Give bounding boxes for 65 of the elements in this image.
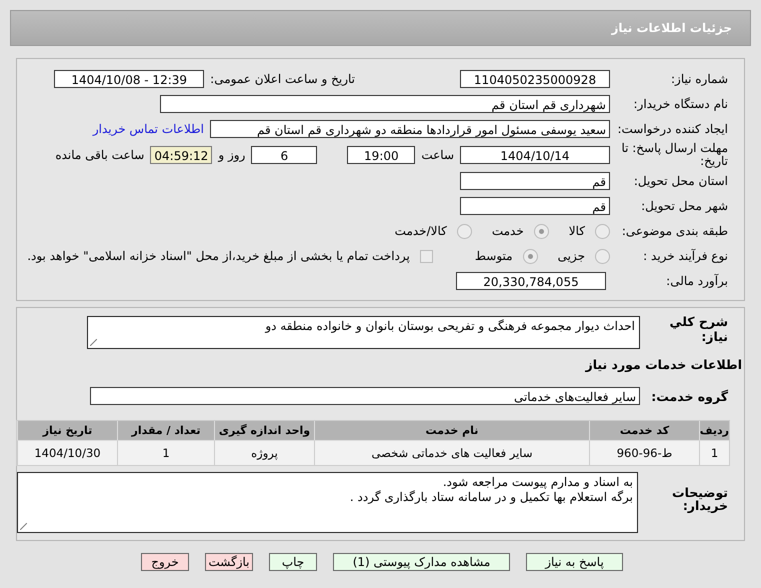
column-header: واحد اندازه گیری bbox=[214, 421, 314, 440]
checkbox-label: پرداخت تمام یا بخشی از مبلغ خرید،از محل "اسناد خزانه اسلامی" خواهد بود. bbox=[27, 249, 410, 263]
field-label: گروه خدمت: bbox=[650, 388, 729, 404]
buyer-field: شهرداری قم استان قم bbox=[160, 95, 610, 113]
resize-grip-icon bbox=[20, 523, 27, 530]
column-header: نام خدمت bbox=[314, 421, 589, 440]
action-button[interactable]: خروج bbox=[141, 553, 189, 571]
field-label: تاریخ و ساعت اعلان عمومی: bbox=[210, 72, 355, 86]
days-field: 6 bbox=[251, 146, 318, 164]
field-label: ساعت باقی مانده bbox=[55, 148, 144, 162]
radio-label: کالا bbox=[568, 224, 585, 238]
field-label: شرح كلي نياز: bbox=[668, 314, 729, 344]
radio-button[interactable] bbox=[456, 224, 472, 238]
radio-button[interactable] bbox=[595, 224, 610, 238]
field-label: توضیحات خریدار: bbox=[671, 484, 729, 512]
field-label: شماره نیاز: bbox=[670, 72, 729, 86]
table-cell: سایر فعالیت های خدماتی شخصی bbox=[314, 440, 589, 465]
note-line: به اسناد و مدارم پیوست مراجعه شود. bbox=[442, 475, 633, 490]
field-label: مهلت ارسال پاسخ: تا تاریخ: bbox=[620, 142, 729, 168]
city-field: قم bbox=[460, 197, 610, 215]
field-label: طبقه بندی موضوعی: bbox=[620, 224, 729, 238]
radio-button[interactable] bbox=[522, 248, 538, 264]
action-button[interactable]: مشاهده مدارک پیوستی (1) bbox=[333, 553, 510, 571]
column-header: تعداد / مقدار bbox=[117, 421, 214, 440]
radio-label: کالا/خدمت bbox=[394, 224, 447, 238]
description-field: احداث دیوار مجموعه فرهنگی و تفریحی بوستان بانوان و خانواده منطقه دو bbox=[87, 316, 640, 349]
action-button[interactable]: چاپ bbox=[269, 553, 317, 571]
table-cell: ط-96-960 bbox=[589, 440, 699, 465]
table-cell: 1 bbox=[117, 440, 214, 465]
page-title: جزئیات اطلاعات نیاز bbox=[611, 21, 732, 35]
deadline-time-field: 19:00 bbox=[347, 146, 416, 164]
radio-button[interactable] bbox=[534, 224, 549, 238]
requester-field: سعید یوسفی مسئول امور قراردادها منطقه دو شهرداری قم استان قم bbox=[210, 120, 610, 138]
action-button[interactable]: بازگشت bbox=[205, 553, 253, 571]
field-label: شهر محل تحویل: bbox=[640, 199, 729, 213]
radio-label: متوسط bbox=[474, 249, 513, 263]
table-cell: 1 bbox=[699, 440, 729, 465]
radio-button[interactable] bbox=[595, 248, 610, 264]
service-group-field: سایر فعالیت‌های خدماتی bbox=[90, 387, 640, 405]
column-header: ردیف bbox=[699, 421, 729, 440]
field-label: روز و bbox=[218, 148, 246, 162]
budget-field: 20,330,784,055 bbox=[456, 272, 606, 290]
resize-grip-icon bbox=[90, 339, 97, 346]
note-line: برگه استعلام بها تکمیل و در سامانه ستاد بارگذاری گردد . bbox=[350, 490, 633, 505]
action-button[interactable]: پاسخ به نیاز bbox=[526, 553, 623, 571]
column-header: تاریخ نیاز bbox=[17, 421, 117, 440]
province-field: قم bbox=[460, 172, 610, 190]
field-label: استان محل تحویل: bbox=[632, 174, 729, 188]
table-cell: 1404/10/30 bbox=[17, 440, 117, 465]
radio-label: جزیی bbox=[558, 249, 585, 263]
buyer-contact-link[interactable]: اطلاعات تماس خریدار bbox=[92, 122, 204, 136]
need-number-field: 1104050235000928 bbox=[460, 70, 610, 88]
field-label: ساعت bbox=[421, 148, 454, 162]
table-cell: پروژه bbox=[214, 440, 314, 465]
radio-label: خدمت bbox=[492, 224, 524, 238]
column-header: کد خدمت bbox=[589, 421, 699, 440]
field-label: برآورد مالی: bbox=[665, 274, 729, 288]
remaining-time-field: 04:59:12 bbox=[150, 146, 212, 164]
checkbox[interactable] bbox=[420, 250, 433, 262]
deadline-date-field: 1404/10/14 bbox=[460, 146, 610, 164]
section-heading: اطلاعات خدمات مورد نیاز bbox=[586, 356, 743, 372]
field-label: ایجاد کننده درخواست: bbox=[616, 122, 729, 136]
field-label: نوع فرآیند خرید : bbox=[642, 249, 729, 263]
field-label: نام دستگاه خریدار: bbox=[632, 97, 729, 111]
announce-date-field: 1404/10/08 - 12:39 bbox=[54, 70, 204, 88]
